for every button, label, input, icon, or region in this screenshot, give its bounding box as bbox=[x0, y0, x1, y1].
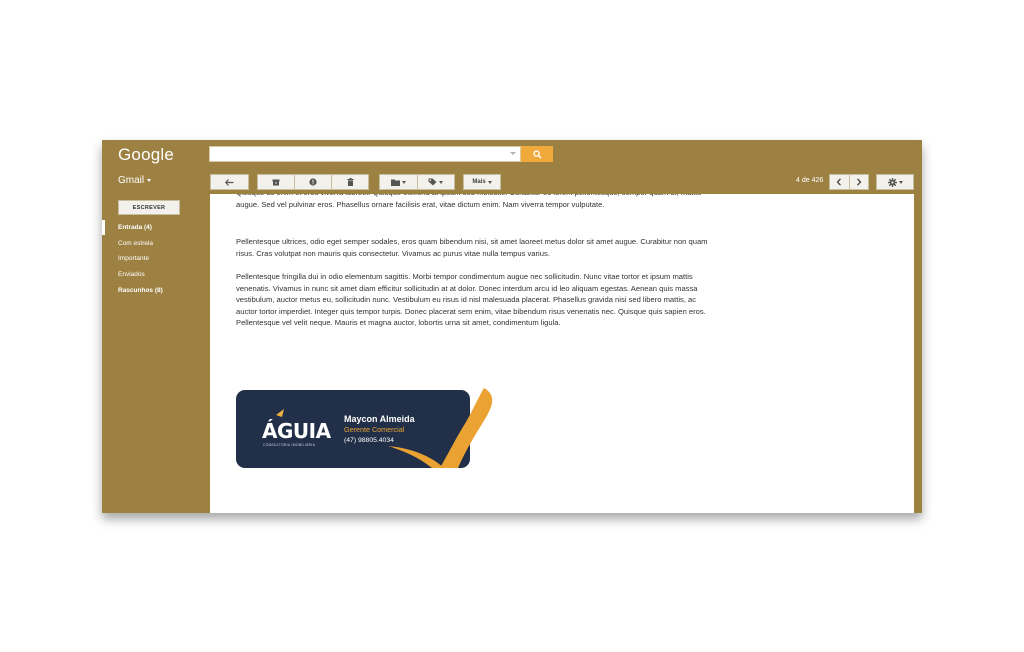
app-menu[interactable]: Gmail bbox=[118, 175, 152, 186]
sidebar-item-important[interactable]: Importante bbox=[118, 255, 149, 262]
brand-tagline: CONSULTORIA IMOBILIÁRIA bbox=[263, 443, 316, 447]
trash-icon bbox=[346, 178, 354, 186]
chevron-right-icon bbox=[856, 178, 862, 186]
signature-role: Gerente Comercial bbox=[344, 425, 405, 434]
chevron-down-icon bbox=[898, 180, 903, 184]
search-icon bbox=[532, 149, 542, 159]
report-spam-button[interactable] bbox=[295, 175, 331, 189]
organize-actions-group bbox=[379, 174, 455, 190]
page: Google Gmail Mais 4 de 426 ESCREVER Entr… bbox=[0, 0, 1024, 652]
page-count: 4 de 426 bbox=[796, 177, 824, 184]
chevron-down-icon bbox=[487, 180, 492, 184]
email-paragraph: Pellentesque ultrices, odio eget semper … bbox=[236, 237, 708, 258]
pagination-group bbox=[829, 174, 869, 190]
search-options-icon[interactable] bbox=[510, 152, 516, 155]
email-paragraph: Pellentesque fringilla dui in odio eleme… bbox=[236, 272, 706, 328]
active-folder-indicator bbox=[102, 220, 105, 235]
delete-button[interactable] bbox=[332, 175, 368, 189]
chevron-down-icon bbox=[401, 180, 406, 184]
labels-button[interactable] bbox=[418, 175, 455, 189]
email-paragraph: Quisque ac enim et eros viverra laoreet.… bbox=[236, 194, 701, 209]
sidebar-item-drafts[interactable]: Rascunhos (8) bbox=[118, 287, 163, 294]
settings-button[interactable] bbox=[876, 174, 914, 190]
search-input[interactable] bbox=[209, 146, 521, 162]
sidebar-item-sent[interactable]: Enviados bbox=[118, 271, 145, 278]
folder-icon bbox=[390, 179, 400, 186]
chevron-left-icon bbox=[836, 178, 842, 186]
archive-button[interactable] bbox=[258, 175, 294, 189]
more-button[interactable]: Mais bbox=[463, 174, 501, 190]
signature-card: ÁGUIA CONSULTORIA IMOBILIÁRIA Maycon Alm… bbox=[236, 388, 493, 468]
move-to-button[interactable] bbox=[380, 175, 417, 189]
back-arrow-icon bbox=[225, 178, 234, 186]
app-menu-label: Gmail bbox=[118, 175, 145, 186]
signature-phone: (47) 98805.4034 bbox=[344, 437, 394, 444]
brand-logo: ÁGUIA bbox=[262, 419, 332, 443]
sidebar-item-starred[interactable]: Com estrela bbox=[118, 240, 153, 247]
report-spam-icon bbox=[309, 178, 317, 186]
email-signature: ÁGUIA CONSULTORIA IMOBILIÁRIA Maycon Alm… bbox=[126, 388, 498, 477]
gear-icon bbox=[887, 177, 897, 187]
message-actions-group bbox=[257, 174, 369, 190]
search-button[interactable] bbox=[521, 146, 553, 162]
sidebar-item-inbox[interactable]: Entrada (4) bbox=[118, 224, 152, 231]
older-button[interactable] bbox=[850, 175, 869, 189]
label-tag-icon bbox=[428, 178, 437, 186]
back-button[interactable] bbox=[210, 174, 249, 190]
google-logo[interactable]: Google bbox=[118, 143, 174, 167]
newer-button[interactable] bbox=[830, 175, 849, 189]
chevron-down-icon bbox=[439, 180, 444, 184]
more-label: Mais bbox=[472, 179, 486, 185]
compose-button[interactable]: ESCREVER bbox=[118, 200, 180, 215]
archive-icon bbox=[272, 179, 280, 185]
chevron-down-icon bbox=[147, 179, 152, 182]
signature-name: Maycon Almeida bbox=[344, 414, 416, 424]
